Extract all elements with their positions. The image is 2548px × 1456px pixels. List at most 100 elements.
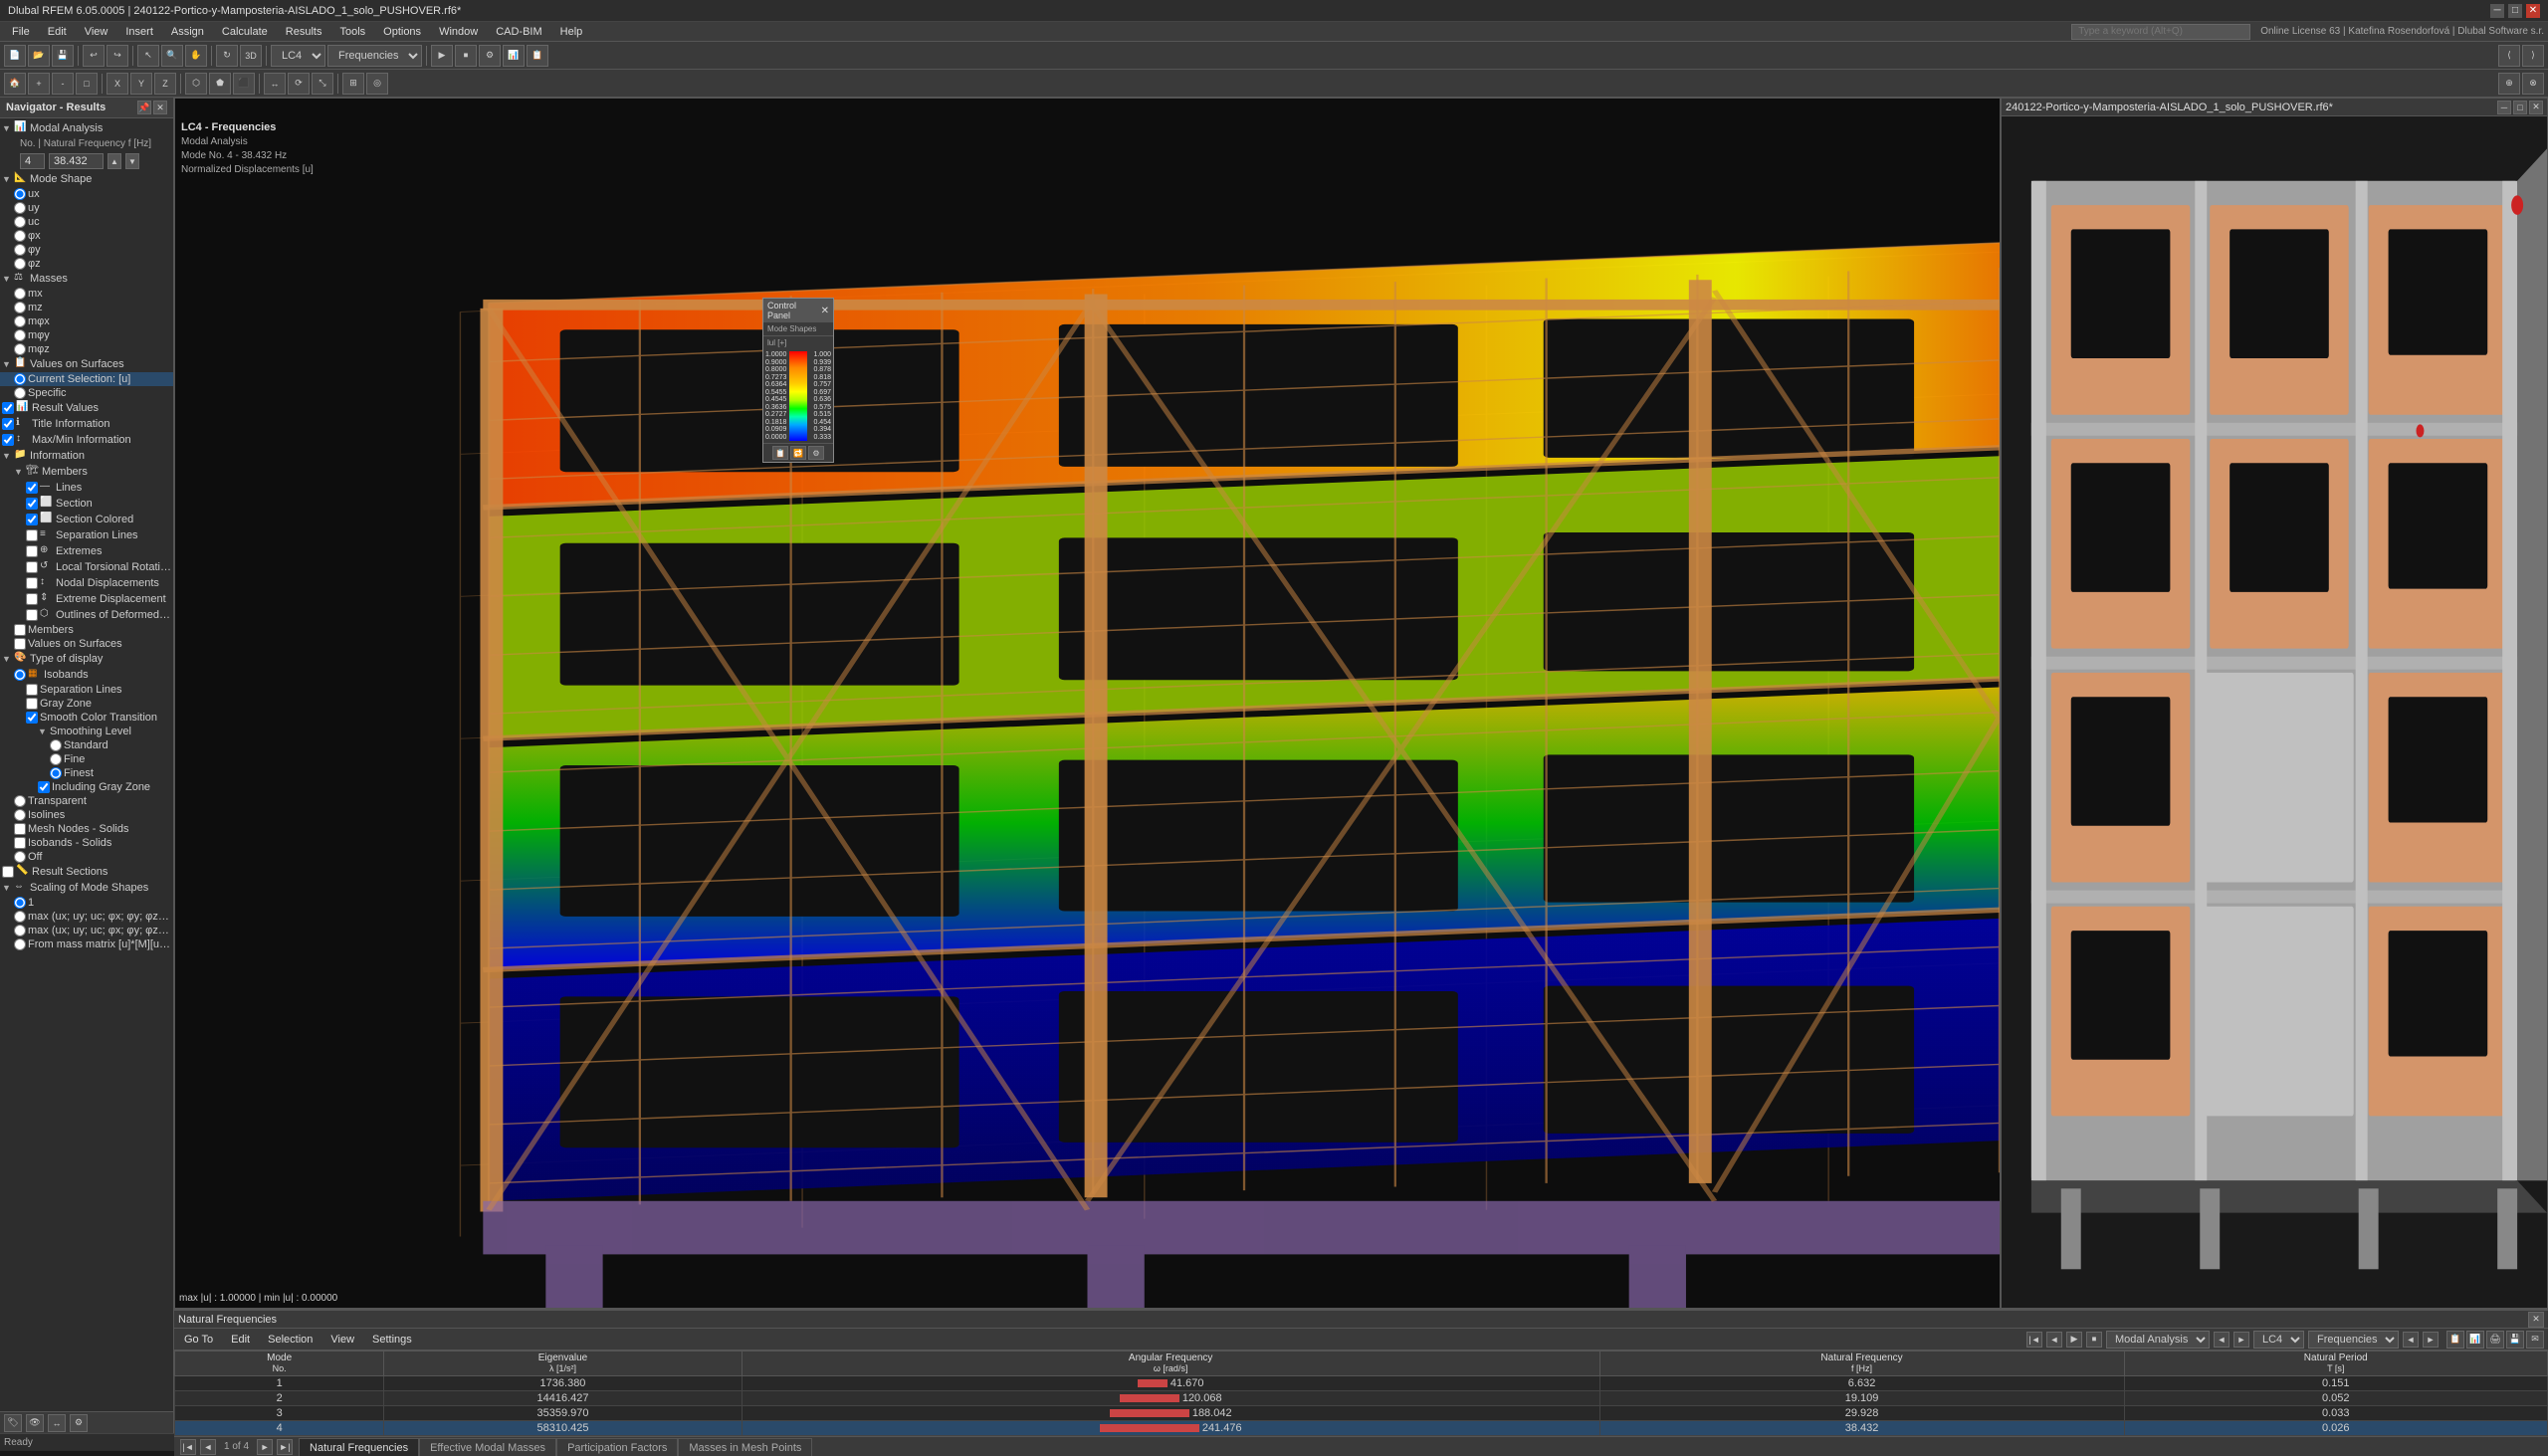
check-smooth-color[interactable]	[26, 712, 38, 724]
tb2-btn-1[interactable]: 🏠	[4, 73, 26, 95]
tree-sep-lines-disp[interactable]: Separation Lines	[0, 683, 173, 697]
check-gray-zone[interactable]	[26, 698, 38, 710]
tree-sep-lines[interactable]: ≡ Separation Lines	[0, 527, 173, 543]
tb2-btn-2[interactable]: +	[28, 73, 50, 95]
close-button[interactable]: ✕	[2526, 4, 2540, 18]
check-sep-lines[interactable]	[26, 529, 38, 541]
undo-button[interactable]: ↩	[83, 45, 105, 67]
analysis-type-dropdown[interactable]: Modal Analysis	[2106, 1331, 2210, 1349]
tb2-select-all[interactable]: □	[76, 73, 98, 95]
check-inc-gray-zone[interactable]	[38, 781, 50, 793]
menu-results[interactable]: Results	[278, 24, 330, 40]
tb2-scale[interactable]: ⤡	[312, 73, 333, 95]
bottom-menu-view[interactable]: View	[324, 1332, 360, 1348]
freq-down-btn[interactable]: ▼	[125, 153, 139, 169]
check-members-sub[interactable]	[14, 624, 26, 636]
tb-right-1[interactable]: ⟨	[2498, 45, 2520, 67]
tree-lines[interactable]: — Lines	[0, 480, 173, 496]
check-section[interactable]	[26, 498, 38, 510]
tree-phiz[interactable]: φz	[0, 257, 173, 271]
tb2-grid[interactable]: ⊞	[342, 73, 364, 95]
page-stop-btn[interactable]: ⏹	[2086, 1332, 2102, 1348]
tree-ux[interactable]: ux	[0, 187, 173, 201]
tree-phix[interactable]: φx	[0, 229, 173, 243]
menu-options[interactable]: Options	[375, 24, 429, 40]
tb-btn-1[interactable]: ▶	[431, 45, 453, 67]
tree-scale-1[interactable]: 1	[0, 896, 173, 910]
radio-off[interactable]	[14, 851, 26, 863]
tree-specific[interactable]: Specific	[0, 386, 173, 400]
tb2-extra-1[interactable]: ⊕	[2498, 73, 2520, 95]
page-first-btn[interactable]: |◄	[2026, 1332, 2042, 1348]
radio-mphix[interactable]	[14, 315, 26, 327]
page-fwd2-btn[interactable]: ►	[2423, 1332, 2439, 1348]
page-prev-btn[interactable]: ◄	[2046, 1332, 2062, 1348]
radio-finest[interactable]	[50, 767, 62, 779]
btabs-next[interactable]: ►	[257, 1439, 273, 1455]
cp-btn-3[interactable]: ⚙	[808, 446, 824, 460]
bottom-menu-selection[interactable]: Selection	[262, 1332, 318, 1348]
tab-natural-frequencies[interactable]: Natural Frequencies	[299, 1438, 419, 1456]
view3d-button[interactable]: 3D	[240, 45, 262, 67]
menu-calculate[interactable]: Calculate	[214, 24, 276, 40]
tb-btn-4[interactable]: 📊	[503, 45, 525, 67]
lc-dropdown[interactable]: LC4	[271, 45, 325, 67]
radio-isobands[interactable]	[14, 669, 26, 681]
tree-title-info[interactable]: ℹ Title Information	[0, 416, 173, 432]
tree-maxmin-info[interactable]: ↕ Max/Min Information	[0, 432, 173, 448]
tree-section-colored[interactable]: ⬜ Section Colored	[0, 512, 173, 527]
check-sep-lines-disp[interactable]	[26, 684, 38, 696]
tree-type-display[interactable]: ▼ 🎨 Type of display	[0, 651, 173, 667]
tree-current-selection[interactable]: Current Selection: [u]	[0, 372, 173, 386]
tree-mphix[interactable]: mφx	[0, 314, 173, 328]
tb2-wire[interactable]: ⬟	[209, 73, 231, 95]
menu-tools[interactable]: Tools	[331, 24, 373, 40]
table-row-selected[interactable]: 4 58310.425 241.476 38.432 0.026	[175, 1421, 2548, 1436]
structure-3d-view[interactable]	[175, 99, 2000, 1308]
tb2-iso[interactable]: ⬡	[185, 73, 207, 95]
radio-standard[interactable]	[50, 739, 62, 751]
tab-participation-factors[interactable]: Participation Factors	[556, 1438, 678, 1456]
tb-btn-3[interactable]: ⚙	[479, 45, 501, 67]
radio-phiz[interactable]	[14, 258, 26, 270]
tree-outlines[interactable]: ⬡ Outlines of Deformed Surfaces	[0, 607, 173, 623]
tb2-view-x[interactable]: X	[106, 73, 128, 95]
tree-transparent[interactable]: Transparent	[0, 794, 173, 808]
bottom-menu-edit[interactable]: Edit	[225, 1332, 256, 1348]
view-left[interactable]: 240122-Portico-y-Mamposteria-AISLADO_1_s…	[174, 98, 2001, 1309]
tree-smoothing-level[interactable]: ▼ Smoothing Level	[0, 725, 173, 738]
cp-close-btn[interactable]: ✕	[821, 306, 829, 316]
menu-insert[interactable]: Insert	[117, 24, 161, 40]
save-button[interactable]: 💾	[52, 45, 74, 67]
tree-values-surfaces[interactable]: ▼ 📋 Values on Surfaces	[0, 356, 173, 372]
check-values-surf[interactable]	[14, 638, 26, 650]
select-button[interactable]: ↖	[137, 45, 159, 67]
check-section-colored[interactable]	[26, 514, 38, 525]
nav-bottom-btn-3[interactable]: ↔	[48, 1414, 66, 1432]
freq-type-dropdown[interactable]: Frequencies	[2308, 1331, 2399, 1349]
tb2-rotate2[interactable]: ⟳	[288, 73, 310, 95]
view-right-maximize[interactable]: □	[2513, 101, 2527, 114]
tree-scale-max2[interactable]: max (ux; uy; uc; φx; φy; φz) = 1	[0, 924, 173, 937]
zoom-button[interactable]: 🔍	[161, 45, 183, 67]
check-title-info[interactable]	[2, 418, 14, 430]
radio-transparent[interactable]	[14, 795, 26, 807]
minimize-button[interactable]: ─	[2490, 4, 2504, 18]
nav-bottom-btn-2[interactable]: 👁	[26, 1414, 44, 1432]
tree-mz[interactable]: mz	[0, 301, 173, 314]
bottom-menu-settings[interactable]: Settings	[366, 1332, 418, 1348]
tree-scale-mass[interactable]: From mass matrix [u]*[M][u] = 1	[0, 937, 173, 951]
tab-effective-modal[interactable]: Effective Modal Masses	[419, 1438, 556, 1456]
tree-mode-shape[interactable]: ▼ 📐 Mode Shape	[0, 171, 173, 187]
check-extreme-disp[interactable]	[26, 593, 38, 605]
btabs-last[interactable]: ►|	[277, 1439, 293, 1455]
check-result-values[interactable]	[2, 402, 14, 414]
tree-standard[interactable]: Standard	[0, 738, 173, 752]
tree-information[interactable]: ▼ 📁 Information	[0, 448, 173, 464]
radio-mphiy[interactable]	[14, 329, 26, 341]
tree-members-group[interactable]: ▼ 🏗 Members	[0, 464, 173, 480]
tree-section[interactable]: ⬜ Section	[0, 496, 173, 512]
bottom-close-btn[interactable]: ✕	[2528, 1312, 2544, 1328]
tree-fine[interactable]: Fine	[0, 752, 173, 766]
btabs-first[interactable]: |◄	[180, 1439, 196, 1455]
